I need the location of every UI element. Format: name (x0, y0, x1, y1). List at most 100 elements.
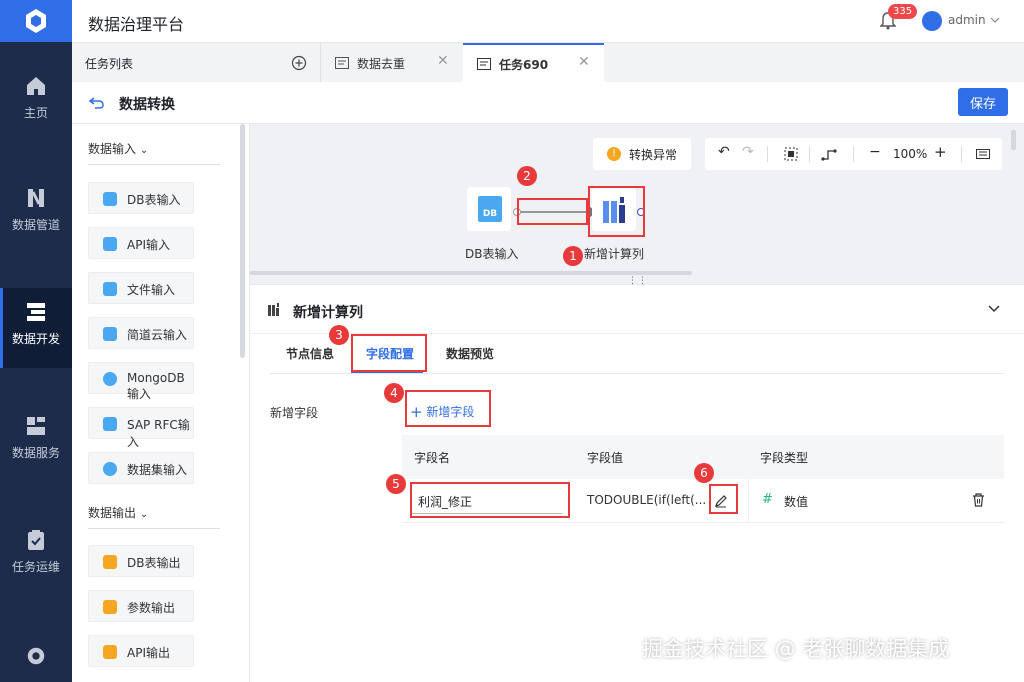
target-node-label: 新增计算列 (584, 247, 645, 261)
annotation-box (588, 186, 645, 237)
chevron-down-icon[interactable] (990, 16, 1000, 24)
app-logo[interactable] (0, 0, 72, 42)
palette-item[interactable]: DB表输入 (88, 182, 194, 214)
tab-task690[interactable]: 任务690 ✕ (463, 43, 604, 83)
zoom-out-icon[interactable]: − (869, 144, 881, 160)
database-icon: DB (478, 196, 502, 222)
field-value: TODOUBLE(if(left(... (587, 493, 707, 507)
tab-bar: 任务列表 数据去重 ✕ 任务690 ✕ (72, 42, 1024, 83)
palette-item[interactable]: DB表输出 (88, 545, 194, 577)
nav-label: 任务运维 (11, 560, 60, 574)
document-icon (477, 58, 491, 70)
annotation-marker: 2 (517, 166, 537, 186)
redo-icon[interactable]: ↷ (742, 144, 754, 160)
trash-icon[interactable] (972, 493, 985, 507)
nav-item-pipeline[interactable]: 数据管道 (0, 174, 72, 254)
annotation-marker: 6 (694, 463, 714, 483)
nav-label: 数据服务 (11, 446, 60, 460)
save-button[interactable]: 保存 (958, 88, 1008, 116)
palette-item[interactable]: API输入 (88, 227, 194, 259)
tab-data-preview[interactable]: 数据预览 (446, 345, 494, 362)
nav-label: 数据开发 (11, 332, 60, 346)
nav-item-ops[interactable]: 任务运维 (0, 516, 72, 596)
add-circle-icon[interactable] (291, 55, 307, 71)
annotation-box (405, 390, 491, 427)
number-type-icon: # (762, 492, 773, 507)
top-bar: 数据治理平台 335 admin (72, 0, 1024, 42)
field-type: 数值 (784, 495, 809, 509)
exception-label: 转换异常 (629, 148, 678, 162)
column-header: 字段类型 (760, 451, 809, 465)
task-list-label: 任务列表 (85, 57, 134, 71)
database-icon (103, 192, 117, 206)
close-icon[interactable]: ✕ (437, 53, 449, 69)
connector-style-icon[interactable] (821, 147, 839, 163)
palette-item[interactable]: API输出 (88, 635, 194, 667)
palette-item[interactable]: 文件输入 (88, 272, 194, 304)
component-palette: 数据输入 ⌄ DB表输入 API输入 文件输入 简道云输入 MongoDB输入 … (72, 124, 250, 682)
palette-scrollbar[interactable] (240, 124, 245, 358)
database-icon (103, 555, 117, 569)
dev-icon (27, 303, 45, 321)
annotation-marker: 3 (329, 325, 349, 345)
zoom-level: 100% (893, 147, 928, 161)
tab-label: 任务690 (499, 58, 549, 72)
clipboard-icon (28, 530, 44, 550)
user-name[interactable]: admin (948, 13, 986, 27)
fit-screen-icon[interactable] (784, 147, 798, 161)
nav-label: 数据管道 (11, 218, 60, 232)
home-icon (27, 77, 45, 95)
palette-item[interactable]: MongoDB输入 (88, 362, 194, 401)
source-node[interactable]: DB (467, 187, 511, 231)
calc-column-icon (268, 303, 279, 316)
sap-icon (103, 417, 117, 431)
annotation-marker: 1 (563, 246, 583, 266)
cloud-icon (103, 327, 117, 341)
tab-label: 数据去重 (357, 57, 406, 71)
canvas-toolbar: ↶ ↷ − 100% + (705, 138, 1002, 170)
document-icon (335, 57, 349, 69)
api-icon (103, 645, 117, 659)
add-field-section-label: 新增字段 (270, 406, 319, 420)
notification-badge: 335 (888, 4, 918, 19)
dataset-icon (103, 462, 117, 476)
leaf-icon (103, 372, 117, 386)
collapse-chevron-icon[interactable] (988, 305, 1000, 313)
tab-dedupe[interactable]: 数据去重 ✕ (320, 43, 462, 83)
avatar[interactable] (922, 11, 942, 31)
panel-title: 新增计算列 (293, 305, 363, 321)
palette-group-input[interactable]: 数据输入 ⌄ (88, 140, 148, 157)
palette-item[interactable]: 参数输出 (88, 590, 194, 622)
app-title: 数据治理平台 (88, 15, 185, 34)
nav-item-dev[interactable]: 数据开发 (0, 288, 72, 368)
zoom-in-icon[interactable]: + (934, 143, 947, 161)
annotation-box (709, 484, 738, 514)
page-title: 数据转换 (119, 97, 175, 113)
warning-icon: ! (607, 147, 621, 161)
annotation-box (517, 198, 588, 225)
palette-item[interactable]: 数据集输入 (88, 452, 194, 484)
column-header: 字段值 (587, 451, 624, 465)
palette-item[interactable]: 简道云输入 (88, 317, 194, 349)
close-icon[interactable]: ✕ (578, 54, 590, 70)
canvas-vscroll[interactable] (1011, 130, 1016, 150)
service-icon (27, 417, 45, 435)
gear-icon[interactable] (25, 645, 47, 667)
annotation-marker: 4 (384, 383, 404, 403)
left-nav: 主页 数据管道 数据开发 数据服务 任务运维 (0, 0, 72, 682)
nav-item-home[interactable]: 主页 (0, 62, 72, 142)
api-icon (103, 237, 117, 251)
palette-item[interactable]: SAP RFC输入 (88, 407, 194, 449)
annotation-marker: 5 (386, 474, 406, 494)
tab-node-info[interactable]: 节点信息 (286, 345, 334, 362)
exception-button[interactable]: ! 转换异常 (593, 138, 691, 170)
annotation-box (410, 482, 570, 518)
keyboard-icon[interactable] (976, 149, 990, 159)
annotation-box (351, 334, 427, 372)
undo-icon[interactable]: ↶ (718, 144, 730, 160)
palette-group-output[interactable]: 数据输出 ⌄ (88, 504, 148, 521)
nav-item-service[interactable]: 数据服务 (0, 402, 72, 482)
canvas-scrollbar[interactable] (250, 271, 692, 275)
back-icon[interactable] (89, 96, 105, 110)
param-icon (103, 600, 117, 614)
